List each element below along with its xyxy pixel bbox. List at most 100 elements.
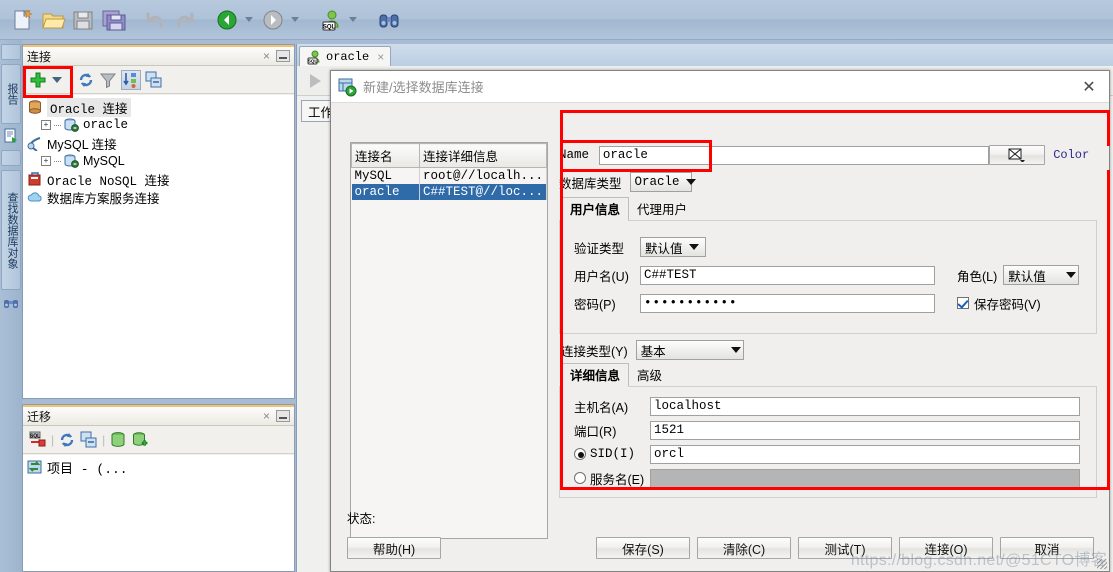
- cell-conn-details: root@//localh...: [419, 167, 548, 184]
- new-select-db-connection-dialog: 新建/选择数据库连接 ✕ 连接名 连接详细信息 MySQL root@//loc…: [330, 70, 1110, 572]
- help-button[interactable]: 帮助(H): [347, 537, 441, 559]
- sort-icon[interactable]: [121, 69, 141, 90]
- migration-panel-title: 迁移: [27, 409, 52, 424]
- tab-detail-info[interactable]: 详细信息: [561, 363, 630, 387]
- undo-icon[interactable]: [142, 7, 168, 33]
- table-row[interactable]: oracle C##TEST@//loc...: [351, 184, 548, 200]
- column-header-name[interactable]: 连接名: [351, 143, 420, 168]
- name-input[interactable]: [598, 145, 990, 165]
- status-label: 状态:: [347, 512, 376, 526]
- expander-icon[interactable]: +: [41, 120, 51, 130]
- sid-input[interactable]: [650, 444, 1080, 464]
- dbtype-select[interactable]: Oracle: [629, 172, 696, 192]
- new-file-icon[interactable]: [10, 7, 36, 33]
- filter-icon[interactable]: [99, 71, 117, 89]
- auth-type-label: 验证类型: [574, 241, 625, 256]
- capture-icon[interactable]: [58, 431, 76, 449]
- save-password-checkbox[interactable]: 保存密码(V): [957, 294, 1041, 313]
- tab-user-info[interactable]: 用户信息: [561, 197, 630, 221]
- connection-form: Name Color 数据库类型 Oracle: [559, 142, 1097, 505]
- minimize-icon[interactable]: [276, 410, 290, 422]
- dialog-body: 连接名 连接详细信息 MySQL root@//localh... oracle…: [331, 103, 1109, 571]
- conn-type-row: 连接类型(Y) 基本: [559, 334, 1097, 366]
- expander-icon[interactable]: +: [41, 156, 51, 166]
- color-picker-button[interactable]: [989, 145, 1046, 165]
- reports-run-icon[interactable]: [3, 128, 19, 144]
- forward-nav-icon[interactable]: [260, 7, 286, 33]
- auth-type-select[interactable]: 默认值: [640, 237, 706, 257]
- tree-node-oracle[interactable]: + oracle: [23, 116, 294, 134]
- tree-label: 项目 - (...: [47, 461, 128, 477]
- close-icon[interactable]: ×: [257, 409, 276, 423]
- tree-label: MySQL: [83, 154, 125, 168]
- redo-icon[interactable]: [172, 7, 198, 33]
- vtab-reports[interactable]: 报告: [1, 64, 21, 124]
- column-header-details[interactable]: 连接详细信息: [418, 143, 548, 168]
- password-input[interactable]: [640, 293, 935, 313]
- db-connection-icon: [337, 77, 357, 97]
- username-input[interactable]: [640, 265, 935, 285]
- vtab-panel-icon-1[interactable]: [1, 44, 21, 60]
- close-icon[interactable]: ×: [257, 49, 276, 63]
- conn-type-select[interactable]: 基本: [635, 340, 744, 360]
- tree-node-oracle-connections[interactable]: Oracle 连接: [23, 97, 294, 117]
- db-add-icon[interactable]: [131, 431, 149, 449]
- connections-panel: 连接 × Oracle 连接 + oracle MySQL 连接 + MySQL…: [22, 44, 295, 399]
- svg-text:SQL: SQL: [323, 24, 336, 30]
- collapse-all-icon[interactable]: [145, 71, 163, 89]
- hostname-row: 主机名(A): [574, 395, 1082, 417]
- connection-list[interactable]: 连接名 连接详细信息 MySQL root@//localh... oracle…: [350, 142, 548, 539]
- vtab-panel-icon-2[interactable]: [1, 150, 21, 166]
- editor-tab-oracle[interactable]: SQL oracle ×: [299, 46, 392, 66]
- mysql-conn-icon: [63, 153, 79, 169]
- migration-tree[interactable]: 项目 - (...: [23, 455, 294, 571]
- service-radio[interactable]: 服务名(E): [574, 469, 650, 488]
- hostname-input[interactable]: [650, 396, 1080, 416]
- sql-dropdown-caret-icon[interactable]: [349, 17, 357, 22]
- run-icon[interactable]: [305, 71, 325, 91]
- minimize-icon[interactable]: [276, 50, 290, 62]
- back-nav-icon[interactable]: [214, 7, 240, 33]
- dropdown-caret-icon[interactable]: [51, 71, 63, 89]
- save-icon[interactable]: [70, 7, 96, 33]
- role-value: 默认值: [1008, 269, 1046, 284]
- tree-node-mysql[interactable]: + MySQL: [23, 152, 294, 170]
- add-connection-icon[interactable]: [29, 71, 47, 89]
- sql-swap-icon[interactable]: SQL: [29, 431, 47, 449]
- vtab-find-db-objects[interactable]: 查找数据库对象: [1, 170, 21, 290]
- sid-radio[interactable]: SID(I): [574, 447, 650, 461]
- chevron-down-icon: [688, 244, 699, 250]
- username-row: 用户名(U) 角色(L) 默认值: [574, 261, 1082, 289]
- tree-node-project[interactable]: 项目 - (...: [23, 458, 294, 477]
- tree-node-db-schema-service[interactable]: 数据库方案服务连接: [23, 188, 294, 206]
- save-button[interactable]: 保存(S): [596, 537, 690, 559]
- close-icon[interactable]: ✕: [1075, 74, 1103, 100]
- cloud-icon: [27, 189, 43, 205]
- find-binoculars-icon[interactable]: [376, 7, 402, 33]
- tab-proxy-user[interactable]: 代理用户: [629, 198, 695, 220]
- tree-node-nosql-connections[interactable]: Oracle NoSQL 连接: [23, 170, 294, 189]
- find-binoculars-small-icon[interactable]: [3, 295, 19, 311]
- tab-advanced[interactable]: 高级: [629, 364, 670, 386]
- table-row[interactable]: MySQL root@//localh...: [351, 167, 548, 184]
- open-folder-icon[interactable]: [40, 7, 66, 33]
- back-dropdown-caret-icon[interactable]: [245, 17, 253, 22]
- role-select[interactable]: 默认值: [1003, 265, 1080, 285]
- save-all-icon[interactable]: [100, 7, 126, 33]
- tree-label: MySQL 连接: [47, 137, 117, 152]
- cell-conn-name: MySQL: [351, 167, 420, 184]
- detail-info-group: 主机名(A) 端口(R) SID(I): [559, 386, 1097, 498]
- sql-user-icon[interactable]: SQL: [318, 7, 344, 33]
- db-icon[interactable]: [109, 431, 127, 449]
- connections-tree[interactable]: Oracle 连接 + oracle MySQL 连接 + MySQL Orac…: [23, 95, 294, 398]
- forward-dropdown-caret-icon[interactable]: [291, 17, 299, 22]
- tree-node-mysql-connections[interactable]: MySQL 连接: [23, 134, 294, 152]
- convert-icon[interactable]: [80, 431, 98, 449]
- user-tabs: 用户信息 代理用户: [559, 197, 1097, 221]
- port-row: 端口(R): [574, 419, 1082, 441]
- port-input[interactable]: [650, 420, 1080, 440]
- db-cylinder-icon: [27, 99, 43, 115]
- close-icon[interactable]: ×: [377, 50, 384, 64]
- refresh-icon[interactable]: [77, 71, 95, 89]
- clear-button[interactable]: 清除(C): [697, 537, 791, 559]
